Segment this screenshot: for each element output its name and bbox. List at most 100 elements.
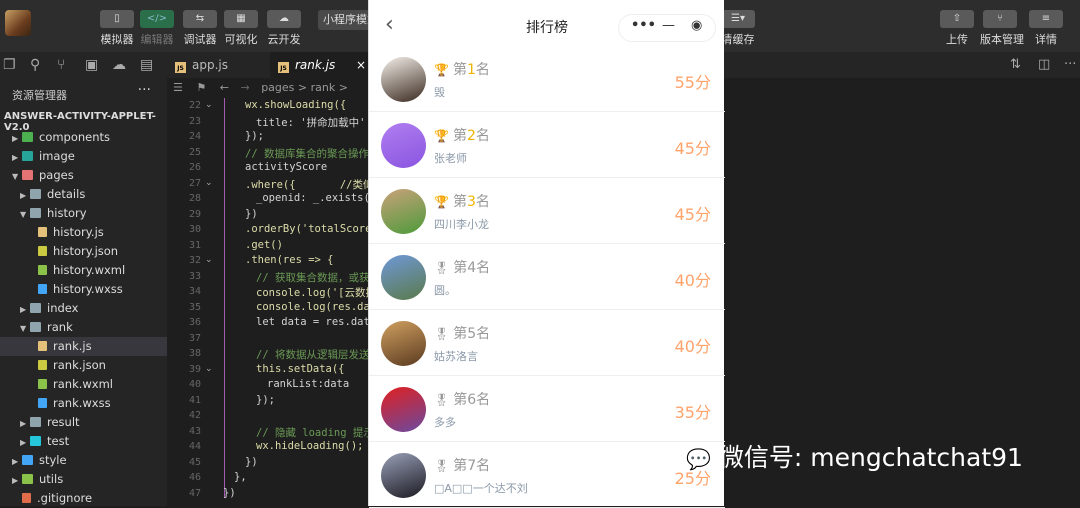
tree-item-index[interactable]: ▶ index bbox=[0, 299, 167, 318]
toolbar-sliders-button[interactable]: ⇆ 调试器 bbox=[180, 10, 220, 47]
code-line[interactable]: _openid: _.exists(tr bbox=[256, 192, 368, 204]
tree-item--gitignore[interactable]: .gitignore bbox=[0, 489, 167, 508]
split-editor-icon[interactable]: ◫ bbox=[1038, 57, 1050, 72]
toolbar-branch-button[interactable]: ⑂ 版本管理 bbox=[980, 10, 1024, 47]
tab-rank-js[interactable]: JS rank.js × bbox=[270, 52, 368, 78]
rank-list-item[interactable]: 🎖 第5名 姑苏洛言 40分 bbox=[369, 310, 725, 376]
avatar bbox=[381, 387, 426, 432]
code-line[interactable]: rankList:data bbox=[267, 378, 368, 390]
tree-item-rank-wxml[interactable]: rank.wxml bbox=[0, 375, 167, 394]
code-line[interactable]: // 隐藏 loading 提示框 bbox=[256, 425, 368, 440]
tree-item-label: rank.wxss bbox=[53, 396, 111, 410]
tree-item-rank-wxss[interactable]: rank.wxss bbox=[0, 394, 167, 413]
code-line[interactable]: activityScore bbox=[245, 161, 368, 173]
code-line[interactable]: // 获取集合数据，或获取 bbox=[256, 270, 368, 285]
code-line[interactable]: wx.showLoading({ bbox=[245, 99, 368, 111]
rank-number: 3 bbox=[466, 194, 476, 210]
layers-icon: ☰▾ bbox=[721, 10, 755, 28]
tree-item-components[interactable]: ▶ components bbox=[0, 128, 167, 147]
tree-item-label: history.wxml bbox=[53, 263, 126, 277]
tree-item-pages[interactable]: ▼ pages bbox=[0, 166, 167, 185]
search-icon[interactable]: ⚲ bbox=[30, 57, 40, 73]
code-line[interactable]: }) bbox=[245, 208, 368, 220]
tree-item-details[interactable]: ▶ details bbox=[0, 185, 167, 204]
code-line[interactable]: wx.hideLoading(); bbox=[256, 440, 368, 452]
code-line[interactable]: .where({ //类似于 bbox=[245, 177, 368, 192]
toolbar-layout-button[interactable]: ▦ 可视化 bbox=[221, 10, 261, 47]
tree-item-result[interactable]: ▶ result bbox=[0, 413, 167, 432]
rank-list-item[interactable]: 🏆 第1名毁 55分 bbox=[369, 46, 725, 112]
rank-list-item[interactable]: 🎖 第4名 圆。 40分 bbox=[369, 244, 725, 310]
tree-item-history[interactable]: ▼ history bbox=[0, 204, 167, 223]
tree-item-utils[interactable]: ▶ utils bbox=[0, 470, 167, 489]
tree-item-history-json[interactable]: history.json bbox=[0, 242, 167, 261]
tree-item-rank[interactable]: ▼ rank bbox=[0, 318, 167, 337]
score: 40分 bbox=[674, 271, 711, 290]
breadcrumb-path[interactable]: pages > rank > bbox=[261, 81, 348, 94]
source-control-icon[interactable]: ⑂ bbox=[57, 57, 65, 73]
toolbar-upload-button[interactable]: ⇧ 上传 bbox=[937, 10, 977, 47]
tree-item-rank-js[interactable]: rank.js bbox=[0, 337, 167, 356]
bookmark-icon[interactable]: ⚑ bbox=[196, 81, 206, 94]
tree-item-label: rank.wxml bbox=[53, 377, 113, 391]
code-line[interactable]: .then(res => { bbox=[245, 254, 368, 266]
rank-prefix: 第 bbox=[453, 260, 468, 276]
chevron-down-icon[interactable]: ⌄ bbox=[205, 178, 213, 188]
rank-list-item[interactable]: 🏆 第3名 四川李小龙 45分 bbox=[369, 178, 725, 244]
avatar[interactable] bbox=[5, 10, 31, 36]
code-line[interactable]: }); bbox=[245, 130, 368, 142]
chevron-down-icon[interactable]: ⌄ bbox=[205, 255, 213, 265]
outline-icon[interactable]: ☰ bbox=[173, 81, 183, 94]
extensions-icon[interactable]: ▣ bbox=[85, 57, 98, 73]
save-icon[interactable]: ▤ bbox=[140, 57, 153, 73]
more-dots-icon[interactable]: ••• bbox=[631, 18, 656, 33]
code-line[interactable]: .get() bbox=[245, 239, 368, 251]
js-file-icon: JS bbox=[175, 62, 186, 73]
code-line[interactable]: let data = res.data bbox=[256, 316, 368, 328]
code-line[interactable]: this.setData({ bbox=[256, 363, 368, 375]
docker-icon[interactable]: ☁ bbox=[112, 57, 126, 73]
code-line[interactable]: console.log(res.data bbox=[256, 301, 368, 313]
compare-icon[interactable]: ⇅ bbox=[1010, 57, 1021, 72]
code-line[interactable]: }, bbox=[234, 471, 368, 483]
close-icon[interactable]: × bbox=[356, 52, 366, 78]
more-button[interactable]: ··· bbox=[138, 82, 151, 98]
toolbar-phone-button[interactable]: ▯ 模拟器 bbox=[97, 10, 137, 47]
code-line[interactable]: }) bbox=[223, 487, 368, 499]
rank-list-item[interactable]: 🏆 第2名 张老师 45分 bbox=[369, 112, 725, 178]
chevron-down-icon[interactable]: ⌄ bbox=[205, 364, 213, 374]
chevron-down-icon[interactable]: ⌄ bbox=[205, 100, 213, 110]
tree-item-image[interactable]: ▶ image bbox=[0, 147, 167, 166]
tree-item-history-wxml[interactable]: history.wxml bbox=[0, 261, 167, 280]
code-line[interactable]: // 数据库集合的聚合操作实 bbox=[245, 146, 368, 161]
tab-app-js[interactable]: JS app.js bbox=[167, 52, 270, 78]
minimize-icon[interactable]: — bbox=[662, 18, 675, 33]
toolbar-cloud-button[interactable]: ☁ 云开发 bbox=[264, 10, 304, 47]
forward-arrow-icon[interactable]: → bbox=[240, 81, 249, 94]
line-number: 24 bbox=[188, 131, 201, 142]
more-icon[interactable]: ··· bbox=[1064, 57, 1076, 72]
code-line[interactable]: .orderBy('totalScore', bbox=[245, 223, 368, 235]
menu-icon: ≡ bbox=[1029, 10, 1063, 28]
code-line[interactable]: title: '拼命加载中' bbox=[256, 115, 368, 130]
code-line[interactable]: }); bbox=[256, 394, 368, 406]
rank-label: 🎖 第6名 bbox=[434, 389, 490, 409]
tree-item-history-js[interactable]: history.js bbox=[0, 223, 167, 242]
toolbar-code-button[interactable]: </> 编辑器 bbox=[137, 10, 177, 47]
back-arrow-icon[interactable]: ← bbox=[220, 81, 229, 94]
rank-list-item[interactable]: 🎖 第6名 多多 35分 bbox=[369, 376, 725, 442]
tree-item-rank-json[interactable]: rank.json bbox=[0, 356, 167, 375]
tree-item-test[interactable]: ▶ test bbox=[0, 432, 167, 451]
code-line[interactable]: // 将数据从逻辑层发送 bbox=[256, 347, 368, 362]
toolbar-menu-button[interactable]: ≡ 详情 bbox=[1026, 10, 1066, 47]
rank-list-item[interactable]: 🎖 第7名 □A□□一个达不刘 25分 bbox=[369, 442, 725, 508]
line-number: 31 bbox=[188, 239, 201, 251]
tree-item-style[interactable]: ▶ style bbox=[0, 451, 167, 470]
code-line[interactable]: console.log('[云数据 bbox=[256, 285, 368, 300]
file-icon bbox=[38, 284, 47, 294]
files-icon[interactable]: ❐ bbox=[3, 57, 16, 73]
folder-icon bbox=[30, 208, 41, 218]
tree-item-history-wxss[interactable]: history.wxss bbox=[0, 280, 167, 299]
code-line[interactable]: }) bbox=[245, 456, 368, 468]
close-target-icon[interactable]: ◉ bbox=[691, 18, 702, 33]
